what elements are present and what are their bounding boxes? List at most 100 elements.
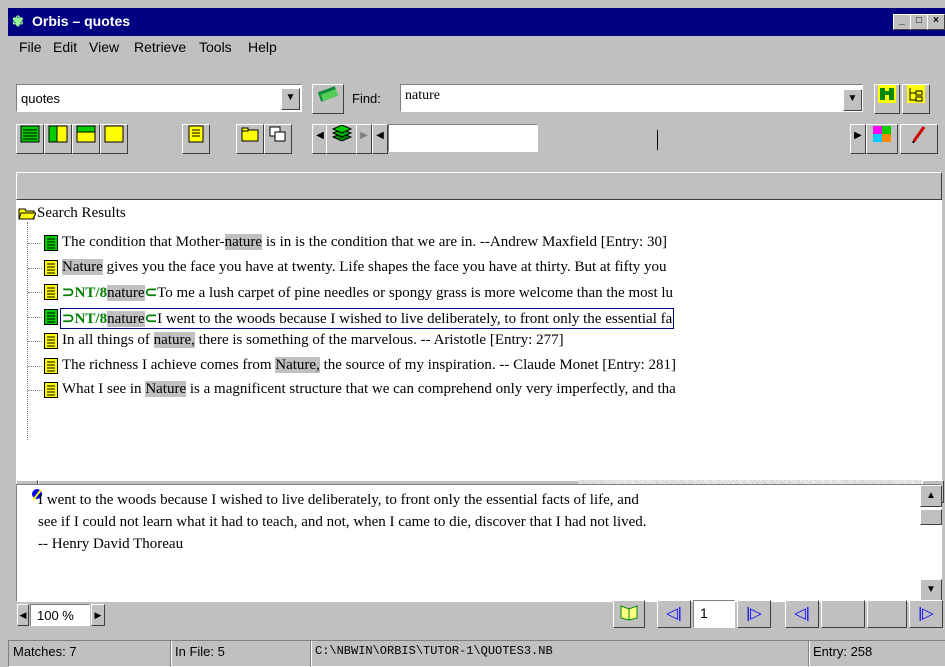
tree-connector-tick	[28, 292, 42, 293]
view-yellow-button[interactable]	[100, 124, 128, 154]
tree-connector-tick	[28, 267, 42, 269]
menu-bar: File Edit View Retrieve Tools Help	[8, 36, 945, 58]
open-book-nav-button[interactable]	[613, 600, 645, 628]
yellow-document-icon	[44, 259, 58, 276]
menu-view[interactable]: View	[89, 39, 119, 55]
next-match-button[interactable]: |▷	[909, 600, 943, 628]
result-tag-close: ⊂	[144, 310, 158, 327]
palette-icon	[873, 126, 891, 142]
split-view-icon	[48, 125, 68, 143]
menu-edit[interactable]: Edit	[53, 39, 77, 55]
view-split-button[interactable]	[44, 124, 72, 154]
entry-page-value: 1	[700, 605, 708, 621]
detail-scroll-down-button[interactable]: ▼	[920, 579, 942, 601]
search-result-item[interactable]: What I see in Nature is a magnificent st…	[62, 381, 676, 398]
search-result-item[interactable]: In all things of nature, there is someth…	[62, 332, 564, 349]
full-view-icon	[20, 125, 40, 143]
results-header-bar	[16, 172, 942, 200]
detail-line-2: see if I could not learn what it had to …	[38, 514, 647, 530]
scroll-right-disabled-button[interactable]: ▶	[356, 124, 372, 154]
folder-button[interactable]	[236, 124, 264, 154]
status-file-path: C:\NBWIN\ORBIS\TUTOR-1\QUOTES3.NB	[310, 640, 810, 667]
entry-page-field[interactable]: 1	[693, 600, 735, 628]
database-dropdown-button[interactable]: ▼	[281, 88, 300, 110]
search-result-item[interactable]: The richness I achieve comes from Nature…	[62, 356, 676, 374]
match-field-b[interactable]	[867, 600, 907, 628]
database-combo[interactable]: quotes ▼	[16, 84, 302, 112]
result-text: is a magnificent structure that we can c…	[186, 381, 676, 397]
prev-button[interactable]: ◀	[372, 124, 388, 154]
view-top-button[interactable]	[72, 124, 100, 154]
detail-line-3: -- Henry David Thoreau	[38, 536, 184, 552]
detail-scroll-up-button[interactable]: ▲	[920, 485, 942, 507]
pencil-icon	[912, 126, 926, 144]
result-tag: ⊃NT/8	[62, 310, 108, 327]
copy-button[interactable]	[264, 124, 292, 154]
menu-tools[interactable]: Tools	[199, 39, 232, 55]
search-result-item[interactable]: Nature gives you the face you have at tw…	[62, 258, 667, 276]
edit-pencil-button[interactable]	[900, 124, 938, 154]
zoom-decrease-button[interactable]: ◀	[17, 604, 29, 626]
match-field-a[interactable]	[821, 600, 865, 628]
layers-icon	[331, 124, 353, 142]
green-document-icon	[44, 308, 58, 325]
detail-pane[interactable]: I went to the woods because I wished to …	[16, 484, 942, 602]
folder-icon	[241, 127, 259, 142]
result-text: In all things of	[62, 332, 154, 348]
zoom-value: 100 %	[37, 608, 74, 623]
result-text: What I see in	[62, 381, 146, 397]
colors-button[interactable]	[866, 124, 898, 154]
note-icon	[188, 125, 204, 143]
search-result-item[interactable]: ⊃NT/8nature⊂To me a lush carpet of pine …	[62, 283, 673, 302]
result-match-highlight: nature,	[153, 332, 195, 348]
search-binoculars-button[interactable]	[874, 84, 900, 114]
find-dropdown-button[interactable]: ▼	[843, 89, 862, 111]
result-text: I went to the woods because I wished to …	[157, 310, 673, 327]
detail-scroll-thumb[interactable]	[920, 509, 942, 525]
status-entry: Entry: 258	[808, 640, 945, 667]
layers-button[interactable]	[326, 124, 358, 154]
find-input[interactable]: nature ▼	[400, 84, 863, 112]
result-match-highlight: nature	[107, 285, 145, 301]
outline-button[interactable]	[902, 84, 930, 114]
result-tag: ⊃NT/8	[62, 285, 108, 301]
tree-connector	[27, 222, 28, 440]
prev-entry-button[interactable]: ◁|	[657, 600, 691, 628]
maximize-button[interactable]: □	[910, 14, 928, 30]
next-entry-button[interactable]: |▷	[737, 600, 771, 628]
tree-connector-tick	[28, 390, 42, 391]
find-label: Find:	[352, 91, 381, 106]
zoom-increase-button[interactable]: ▶	[91, 604, 105, 626]
next-button[interactable]: ▶	[850, 124, 866, 154]
tree-connector-tick	[28, 341, 42, 342]
result-text: The richness I achieve comes from	[62, 356, 276, 373]
menu-help[interactable]: Help	[248, 39, 277, 55]
open-book-button[interactable]	[312, 84, 344, 114]
yellow-document-icon	[44, 333, 58, 349]
green-document-icon	[44, 235, 58, 251]
top-view-icon	[76, 125, 96, 143]
result-text: The condition that Mother-	[62, 234, 225, 250]
view-full-button[interactable]	[16, 124, 44, 154]
zoom-field[interactable]: 100 %	[30, 604, 90, 626]
blank-view-icon	[104, 125, 124, 143]
result-match-highlight: Nature	[145, 381, 187, 397]
yellow-document-icon	[44, 284, 58, 300]
window-title: Orbis – quotes	[32, 13, 131, 29]
prev-match-button[interactable]: ◁|	[785, 600, 819, 628]
menu-file[interactable]: File	[19, 39, 42, 55]
tree-connector-tick	[28, 243, 42, 244]
book-icon	[317, 86, 339, 102]
menu-retrieve[interactable]: Retrieve	[134, 39, 186, 55]
results-tree-pane: Search Results The condition that Mother…	[16, 200, 942, 480]
close-button[interactable]: ×	[927, 14, 945, 30]
status-matches: Matches: 7	[8, 640, 172, 667]
search-result-item[interactable]: The condition that Mother-nature is in i…	[62, 234, 667, 251]
note-button[interactable]	[182, 124, 210, 154]
result-text: gives you the face you have at twenty. L…	[102, 258, 667, 275]
minimize-button[interactable]: _	[893, 14, 911, 30]
find-value: nature	[405, 88, 440, 103]
search-result-item[interactable]: ⊃NT/8nature⊂I went to the woods because …	[60, 307, 675, 329]
toolbar-separator	[657, 130, 658, 150]
toolbar-field[interactable]	[388, 124, 538, 152]
